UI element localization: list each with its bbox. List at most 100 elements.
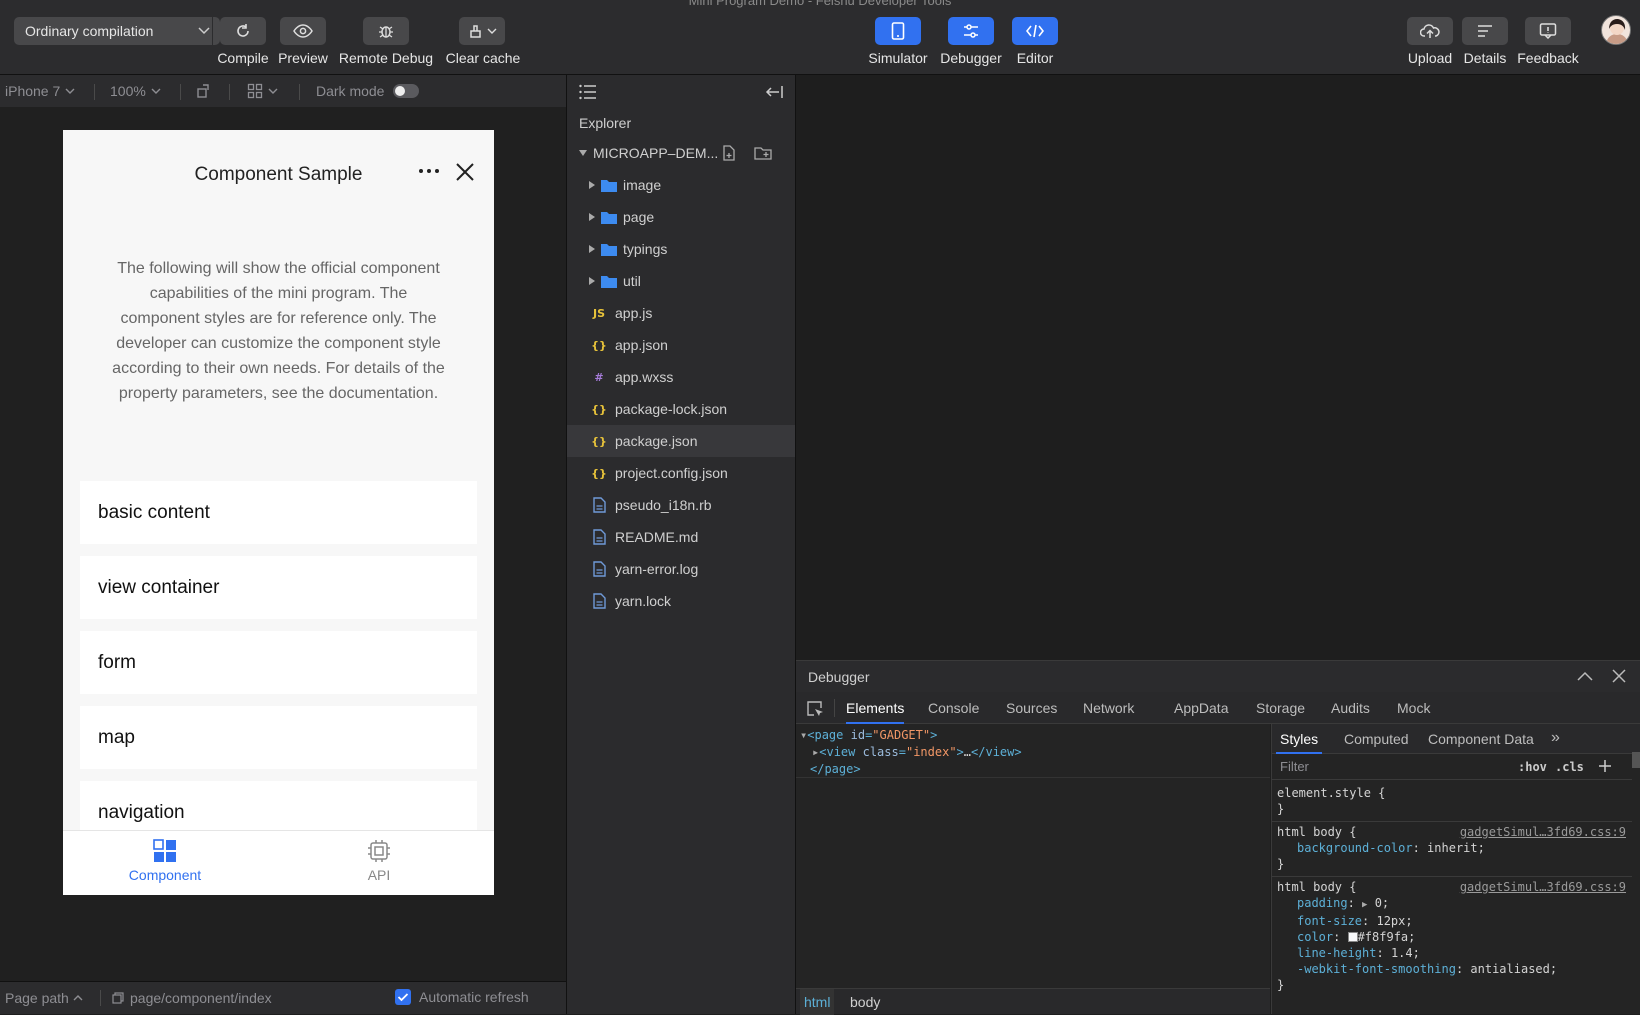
file-item[interactable]: {} project.config.json [567, 457, 795, 489]
file-item[interactable]: yarn.lock [567, 585, 795, 617]
folder-item[interactable]: util [567, 265, 795, 297]
list-icon[interactable] [579, 84, 597, 100]
color-swatch[interactable] [1347, 932, 1358, 942]
hov-toggle[interactable]: :hov [1518, 759, 1547, 775]
page-description: The following will show the official com… [112, 260, 445, 402]
css-property[interactable]: padding [1297, 896, 1348, 910]
filter-input[interactable]: Filter [1280, 759, 1309, 775]
page-path-toggle[interactable]: Page path [5, 990, 83, 1006]
dom-node-view[interactable]: ▸<view class="index">…</view> [812, 744, 1022, 761]
collapse-panel-icon[interactable] [765, 85, 783, 99]
project-root[interactable]: MICROAPP–DEM... [567, 137, 795, 169]
simulator-button[interactable] [875, 17, 921, 45]
dom-node-page[interactable]: ▾<page id="GADGET"> [800, 727, 937, 744]
css-value[interactable]: antialiased; [1470, 962, 1557, 976]
tab-mock[interactable]: Mock [1397, 700, 1430, 716]
file-item[interactable]: JS app.js [567, 297, 795, 329]
inspect-icon[interactable] [806, 700, 824, 718]
simulator-toolbar: iPhone 7 100% Dark mode [0, 75, 566, 107]
css-value[interactable]: #f8f9fa; [1358, 930, 1416, 944]
dom-node-page-close[interactable]: </page> [810, 761, 861, 778]
css-value[interactable]: 1.4; [1391, 946, 1420, 960]
folder-item[interactable]: page [567, 201, 795, 233]
preview-button[interactable] [280, 17, 326, 45]
tab-appdata[interactable]: AppData [1174, 700, 1228, 716]
more-tabs-icon[interactable]: » [1551, 730, 1560, 746]
dark-mode-switch[interactable] [393, 84, 420, 98]
more-icon[interactable] [418, 168, 440, 174]
rotate-button[interactable] [196, 83, 212, 99]
tab-sources[interactable]: Sources [1006, 700, 1057, 716]
dark-mode-toggle[interactable]: Dark mode [316, 83, 420, 99]
details-button[interactable] [1462, 17, 1508, 45]
json-file-icon: {} [591, 338, 607, 352]
file-item[interactable]: pseudo_i18n.rb [567, 489, 795, 521]
list-item[interactable]: map [80, 706, 477, 769]
compile-button[interactable] [220, 17, 266, 45]
chevron-up-icon[interactable] [1577, 671, 1593, 681]
rule-source-link[interactable]: gadgetSimul…3fd69.css:9 [1460, 824, 1626, 840]
upload-button[interactable] [1407, 17, 1453, 45]
close-icon[interactable] [455, 162, 475, 182]
css-property[interactable]: line-height [1297, 946, 1376, 960]
document-icon [591, 529, 607, 545]
breadcrumb-html[interactable]: html [800, 989, 835, 1015]
css-rule[interactable]: html body { gadgetSimul…3fd69.css:9 padd… [1272, 876, 1632, 997]
user-avatar[interactable] [1601, 15, 1631, 45]
new-folder-icon[interactable] [754, 145, 772, 161]
folder-item[interactable]: image [567, 169, 795, 201]
list-item[interactable]: view container [80, 556, 477, 619]
tab-api[interactable]: API [304, 839, 454, 883]
tab-network[interactable]: Network [1083, 700, 1134, 716]
add-rule-icon[interactable] [1598, 759, 1612, 773]
css-property[interactable]: -webkit-font-smoothing [1297, 962, 1456, 976]
device-select[interactable]: iPhone 7 [5, 83, 75, 99]
debugger-button[interactable] [948, 17, 994, 45]
auto-refresh-checkbox[interactable]: Automatic refresh [395, 989, 529, 1005]
tab-console[interactable]: Console [928, 700, 979, 716]
cls-toggle[interactable]: .cls [1555, 759, 1584, 775]
feedback-button[interactable] [1525, 17, 1571, 45]
zoom-select[interactable]: 100% [110, 83, 161, 99]
breadcrumb-body[interactable]: body [846, 989, 884, 1015]
file-item[interactable]: README.md [567, 521, 795, 553]
css-property[interactable]: background-color [1297, 841, 1413, 855]
close-icon[interactable] [1612, 669, 1626, 683]
tab-elements[interactable]: Elements [846, 700, 905, 724]
chevron-down-icon [198, 26, 210, 36]
compile-mode-select[interactable]: Ordinary compilation [14, 17, 220, 45]
checkbox-checked-icon [395, 989, 411, 1005]
tab-styles[interactable]: Styles [1276, 731, 1323, 754]
css-value[interactable]: 12px; [1376, 914, 1412, 928]
element-style-rule[interactable]: element.style { } [1272, 782, 1632, 822]
tab-storage[interactable]: Storage [1256, 700, 1305, 716]
editor-button[interactable] [1012, 17, 1058, 45]
page-path-value[interactable]: page/component/index [112, 990, 272, 1006]
document-icon [591, 561, 607, 577]
file-item[interactable]: {} package-lock.json [567, 393, 795, 425]
css-property[interactable]: font-size [1297, 914, 1362, 928]
scrollbar[interactable] [1632, 752, 1640, 768]
page-path-bar: Page path page/component/index Automatic… [0, 981, 566, 1014]
new-file-icon[interactable] [721, 145, 737, 161]
expand-arrow-icon[interactable]: ▶ [1362, 900, 1367, 910]
list-item[interactable]: basic content [80, 481, 477, 544]
tab-component-data[interactable]: Component Data [1428, 731, 1534, 747]
file-item[interactable]: yarn-error.log [567, 553, 795, 585]
remote-debug-button[interactable] [363, 17, 409, 45]
folder-item[interactable]: typings [567, 233, 795, 265]
layout-select[interactable] [247, 83, 278, 99]
file-item[interactable]: # app.wxss [567, 361, 795, 393]
css-rule[interactable]: html body { gadgetSimul…3fd69.css:9 back… [1272, 821, 1632, 877]
file-item[interactable]: {} app.json [567, 329, 795, 361]
list-item[interactable]: form [80, 631, 477, 694]
file-item[interactable]: {} package.json [567, 425, 795, 457]
tab-component[interactable]: Component [90, 839, 240, 883]
rule-source-link[interactable]: gadgetSimul…3fd69.css:9 [1460, 879, 1626, 895]
tab-audits[interactable]: Audits [1331, 700, 1370, 716]
tab-computed[interactable]: Computed [1344, 731, 1409, 747]
css-value[interactable]: inherit; [1427, 841, 1485, 855]
clear-cache-button[interactable] [459, 17, 505, 45]
css-property[interactable]: color [1297, 930, 1333, 944]
css-value[interactable]: 0; [1375, 896, 1389, 910]
